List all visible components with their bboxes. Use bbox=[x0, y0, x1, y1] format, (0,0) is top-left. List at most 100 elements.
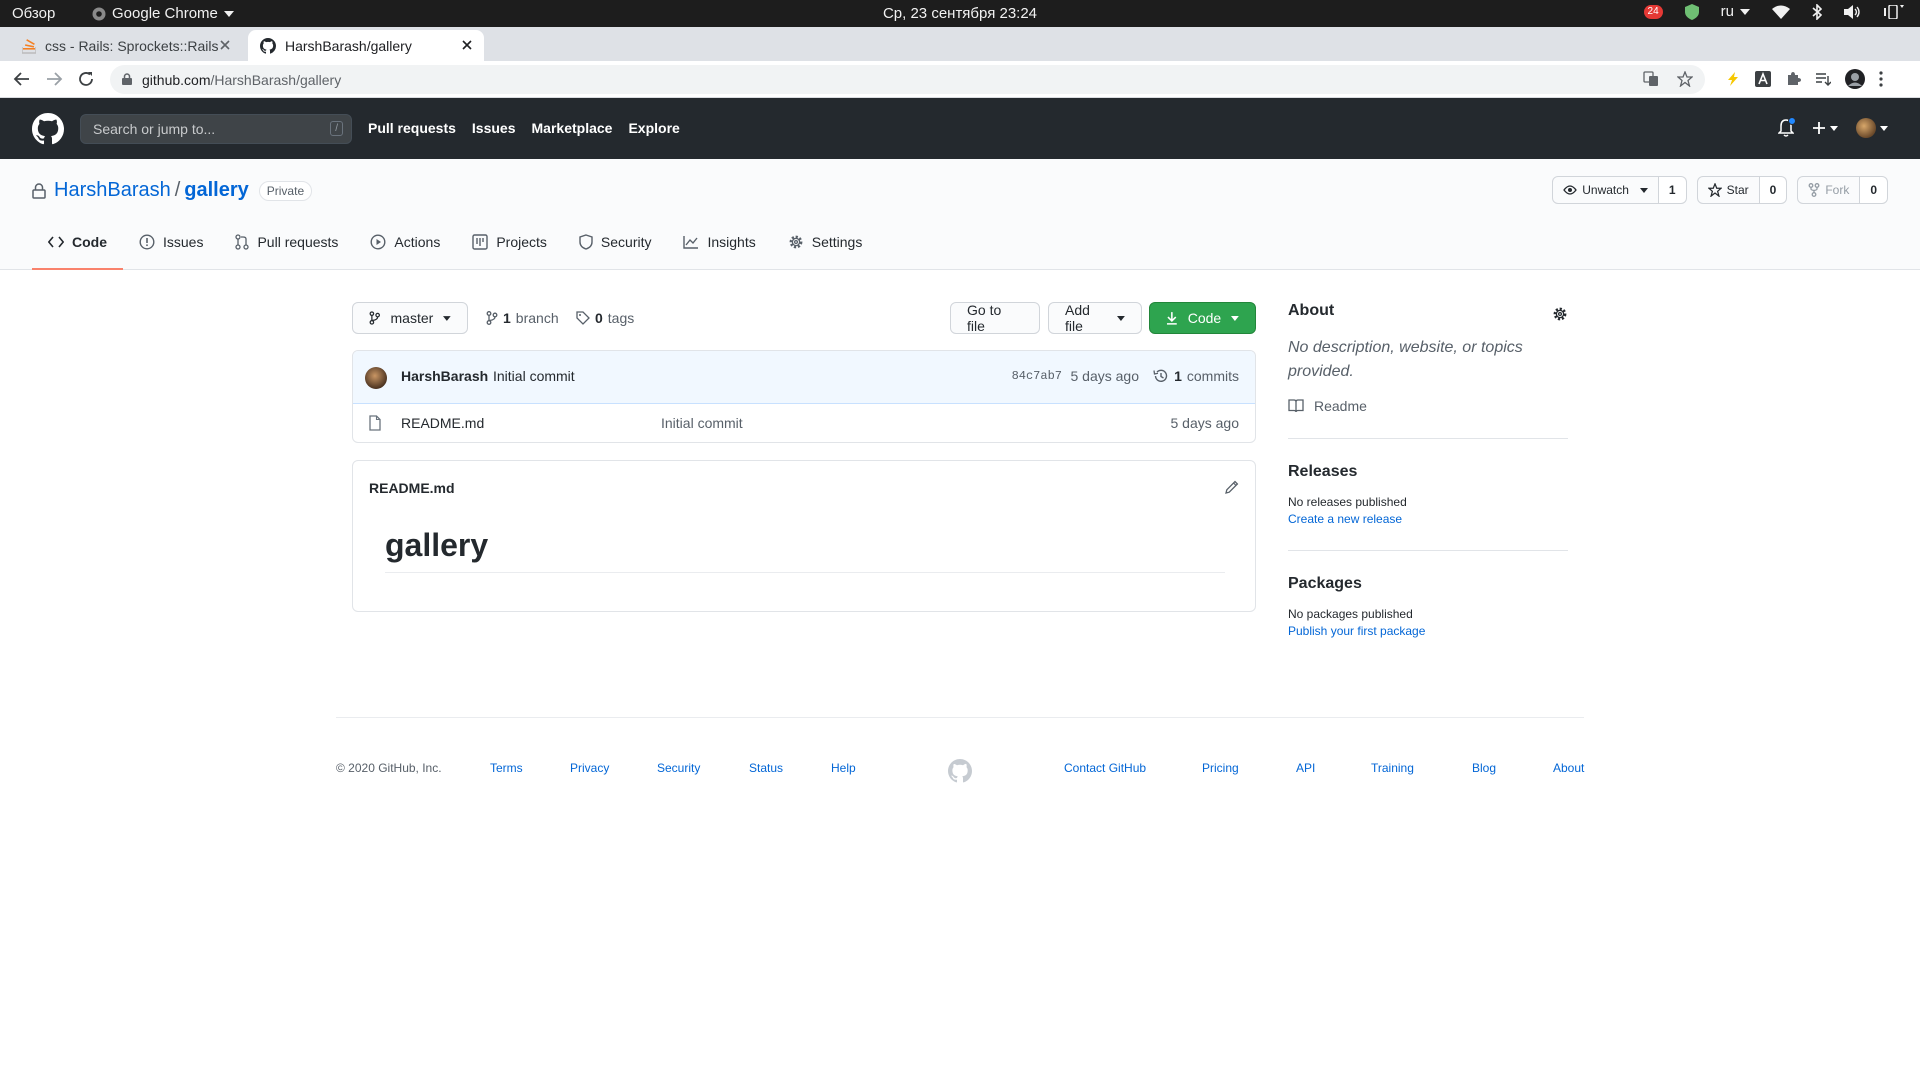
create-new-dropdown[interactable] bbox=[1812, 121, 1838, 135]
file-commit-message-link[interactable]: Initial commit bbox=[661, 415, 743, 431]
file-navigation: master 1 branch 0 tags Go to file Add fi… bbox=[352, 302, 1256, 334]
nav-pull-requests[interactable]: Pull requests bbox=[368, 120, 456, 136]
browser-tab-github[interactable]: HarshBarash/gallery bbox=[248, 30, 484, 61]
packages-title-link[interactable]: Packages bbox=[1288, 575, 1568, 593]
github-logo-icon[interactable] bbox=[32, 113, 64, 145]
avatar bbox=[1856, 118, 1876, 138]
branch-select-button[interactable]: master bbox=[352, 302, 468, 334]
stars-count[interactable]: 0 bbox=[1759, 176, 1788, 204]
reading-list-icon[interactable] bbox=[1815, 71, 1831, 87]
bell-icon[interactable] bbox=[1778, 117, 1796, 137]
footer-copyright: © 2020 GitHub, Inc. bbox=[336, 761, 442, 775]
footer-link-api[interactable]: API bbox=[1296, 761, 1315, 775]
close-icon[interactable] bbox=[460, 38, 474, 52]
close-icon[interactable] bbox=[218, 38, 232, 52]
nav-issues[interactable]: Issues bbox=[472, 120, 516, 136]
browser-menu-icon[interactable] bbox=[1879, 71, 1883, 87]
bluetooth-icon[interactable] bbox=[1812, 3, 1822, 20]
go-to-file-button[interactable]: Go to file bbox=[950, 302, 1040, 334]
url-host: github.com bbox=[142, 72, 211, 88]
github-search-input[interactable]: Search or jump to... / bbox=[80, 114, 352, 144]
footer-link-terms[interactable]: Terms bbox=[490, 761, 523, 775]
keyboard-layout-indicator[interactable]: ru bbox=[1721, 3, 1750, 20]
system-tray: 24 ru bbox=[1643, 3, 1906, 20]
lightning-extension-icon[interactable] bbox=[1725, 71, 1741, 87]
commit-author-link[interactable]: HarshBarash bbox=[401, 368, 488, 384]
nav-explore[interactable]: Explore bbox=[628, 120, 679, 136]
activities-overview-button[interactable]: Обзор bbox=[12, 5, 55, 22]
lock-icon[interactable] bbox=[122, 73, 132, 85]
file-name-link[interactable]: README.md bbox=[401, 415, 484, 431]
github-mark-icon[interactable] bbox=[948, 759, 972, 783]
history-icon bbox=[1153, 369, 1168, 382]
watchers-count[interactable]: 1 bbox=[1658, 176, 1687, 204]
repo-owner-link[interactable]: HarshBarash bbox=[54, 179, 171, 202]
tab-code[interactable]: Code bbox=[32, 216, 123, 270]
back-arrow-icon[interactable] bbox=[13, 70, 31, 88]
footer-link-help[interactable]: Help bbox=[831, 761, 856, 775]
chevron-down-icon bbox=[1880, 125, 1888, 131]
browser-tab-stackoverflow[interactable]: css - Rails: Sprockets::Rails bbox=[10, 30, 242, 61]
commit-sha-link[interactable]: 84c7ab7 bbox=[1012, 369, 1062, 383]
tab-pull-requests[interactable]: Pull requests bbox=[219, 216, 354, 270]
releases-title-link[interactable]: Releases bbox=[1288, 463, 1568, 481]
repo-path-separator: / bbox=[174, 179, 181, 201]
tab-label: Issues bbox=[163, 234, 204, 250]
tab-actions[interactable]: Actions bbox=[354, 216, 456, 270]
puzzle-extensions-icon[interactable] bbox=[1785, 71, 1801, 87]
tab-insights[interactable]: Insights bbox=[667, 216, 771, 270]
volume-icon[interactable] bbox=[1844, 4, 1862, 19]
clock[interactable]: Ср, 23 сентября 23:24 bbox=[883, 5, 1037, 22]
readme-link[interactable]: Readme bbox=[1288, 398, 1568, 414]
file-age: 5 days ago bbox=[1170, 415, 1240, 431]
forward-arrow-icon[interactable] bbox=[45, 70, 63, 88]
reload-icon[interactable] bbox=[77, 70, 95, 88]
notification-count-badge[interactable]: 24 bbox=[1643, 4, 1663, 19]
plus-icon bbox=[1813, 122, 1825, 134]
code-download-button[interactable]: Code bbox=[1149, 302, 1256, 334]
tab-label: Security bbox=[600, 234, 652, 250]
shield-icon[interactable] bbox=[1684, 3, 1699, 20]
tab-projects[interactable]: Projects bbox=[456, 216, 563, 270]
bookmark-star-icon[interactable] bbox=[1677, 71, 1693, 87]
footer-link-about[interactable]: About bbox=[1553, 761, 1584, 775]
tab-settings[interactable]: Settings bbox=[772, 216, 879, 270]
tags-link[interactable]: 0 tags bbox=[576, 310, 634, 326]
repo-name-link[interactable]: gallery bbox=[184, 179, 248, 202]
app-menu[interactable]: Google Chrome bbox=[92, 5, 234, 22]
publish-package-link[interactable]: Publish your first package bbox=[1288, 624, 1568, 638]
address-bar[interactable]: github.com/HarshBarash/gallery bbox=[110, 65, 1705, 94]
user-menu-dropdown[interactable] bbox=[1856, 118, 1888, 138]
add-file-button[interactable]: Add file bbox=[1048, 302, 1142, 334]
font-extension-icon[interactable] bbox=[1755, 71, 1771, 87]
project-board-icon bbox=[472, 234, 489, 250]
unwatch-button[interactable]: Unwatch bbox=[1552, 176, 1659, 204]
gear-icon[interactable] bbox=[1552, 306, 1568, 322]
star-button[interactable]: Star bbox=[1696, 176, 1760, 204]
footer-link-contact[interactable]: Contact GitHub bbox=[1064, 761, 1146, 775]
commit-message-link[interactable]: Initial commit bbox=[493, 368, 575, 384]
power-menu-icon[interactable] bbox=[1884, 4, 1906, 19]
fork-button[interactable]: Fork bbox=[1797, 176, 1861, 204]
tag-count-label: tags bbox=[607, 310, 635, 326]
branches-link[interactable]: 1 branch bbox=[486, 310, 559, 326]
footer-link-status[interactable]: Status bbox=[749, 761, 783, 775]
packages-section: Packages No packages published Publish y… bbox=[1288, 575, 1568, 638]
footer-link-security[interactable]: Security bbox=[657, 761, 700, 775]
commits-history-link[interactable]: 1 commits bbox=[1153, 368, 1239, 384]
create-release-link[interactable]: Create a new release bbox=[1288, 512, 1568, 526]
wifi-icon[interactable] bbox=[1772, 5, 1790, 19]
footer-link-training[interactable]: Training bbox=[1371, 761, 1414, 775]
pencil-icon[interactable] bbox=[1225, 480, 1239, 494]
nav-marketplace[interactable]: Marketplace bbox=[532, 120, 613, 136]
os-top-bar: Обзор Google Chrome Ср, 23 сентября 23:2… bbox=[0, 0, 1920, 27]
translate-icon[interactable] bbox=[1643, 71, 1659, 87]
tab-security[interactable]: Security bbox=[563, 216, 668, 270]
footer-link-blog[interactable]: Blog bbox=[1472, 761, 1496, 775]
profile-avatar-icon[interactable] bbox=[1845, 69, 1865, 89]
forks-count[interactable]: 0 bbox=[1860, 176, 1888, 204]
tab-issues[interactable]: Issues bbox=[123, 216, 219, 270]
footer-link-privacy[interactable]: Privacy bbox=[570, 761, 609, 775]
avatar[interactable] bbox=[365, 367, 387, 389]
footer-link-pricing[interactable]: Pricing bbox=[1202, 761, 1239, 775]
